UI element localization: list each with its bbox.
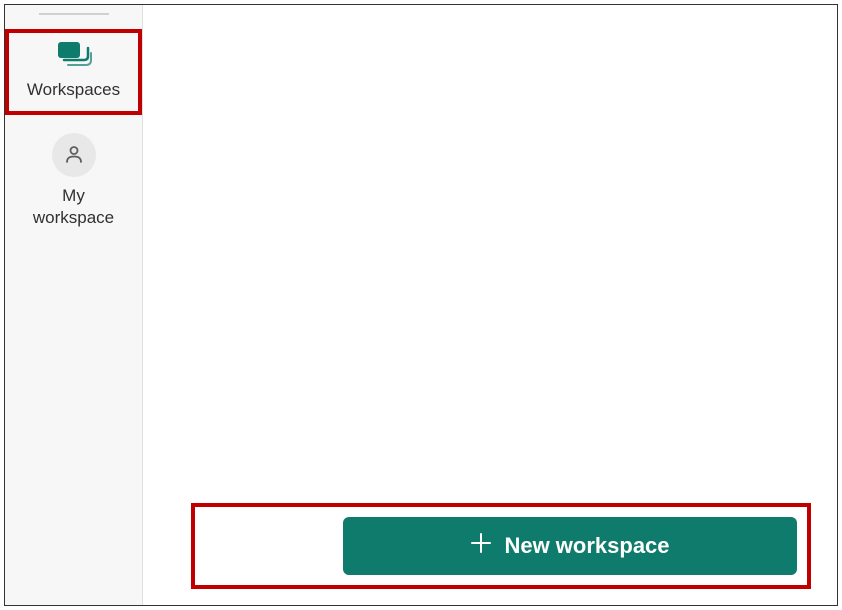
sidebar-separator [39,13,109,15]
sidebar-item-workspaces[interactable]: Workspaces [5,29,142,115]
app-frame: Workspaces My workspace [4,4,838,606]
sidebar-item-label: Workspaces [27,79,120,101]
sidebar: Workspaces My workspace [5,5,143,605]
main-content: New workspace [143,5,837,605]
sidebar-item-label: My workspace [33,185,114,229]
new-workspace-button[interactable]: New workspace [343,517,797,575]
person-icon [52,133,96,177]
workspaces-icon [56,39,92,71]
new-workspace-label: New workspace [504,533,669,559]
plus-icon [470,532,492,560]
sidebar-item-my-workspace[interactable]: My workspace [5,123,142,243]
